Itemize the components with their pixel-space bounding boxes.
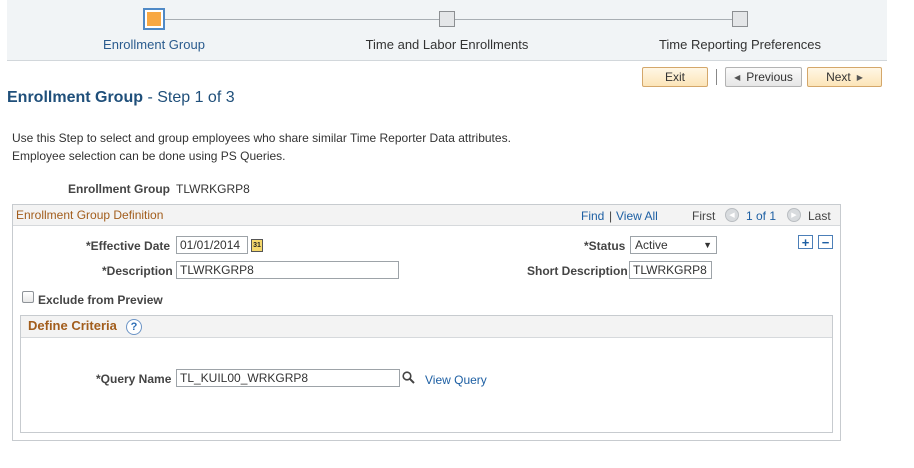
- status-select[interactable]: Active ▼: [630, 236, 717, 254]
- short-description-label: Short Description: [527, 264, 628, 278]
- instructions-line-1: Use this Step to select and group employ…: [12, 131, 511, 145]
- previous-button[interactable]: ◀ Previous: [725, 67, 802, 87]
- criteria-group-title: Define Criteria: [28, 318, 117, 333]
- row-page-indicator: 1 of 1: [746, 209, 777, 223]
- search-icon[interactable]: [402, 371, 415, 384]
- criteria-group-header: [21, 316, 832, 338]
- chevron-right-icon: ▶: [856, 72, 863, 82]
- step-2-node[interactable]: [439, 11, 455, 27]
- query-name-field[interactable]: TL_KUIL00_WRKGRP8: [176, 369, 400, 387]
- description-label: *Description: [102, 264, 173, 278]
- step-1-label[interactable]: Enrollment Group: [79, 37, 229, 52]
- enrollment-group-value: TLWRKGRP8: [176, 182, 250, 196]
- short-description-field[interactable]: TLWRKGRP8: [629, 261, 712, 279]
- previous-row-icon[interactable]: ◀: [725, 208, 739, 222]
- exit-button-label: Exit: [664, 70, 685, 84]
- effective-date-field[interactable]: 01/01/2014: [176, 236, 248, 254]
- exclude-from-preview-checkbox[interactable]: [22, 291, 34, 303]
- status-label: *Status: [584, 239, 626, 253]
- find-link[interactable]: Find: [581, 209, 604, 223]
- next-button-label: Next: [826, 70, 851, 84]
- enrollment-group-label: Enrollment Group: [68, 182, 170, 196]
- page-title-text: Enrollment Group: [7, 89, 143, 106]
- page-step-text: - Step 1 of 3: [147, 89, 235, 106]
- exit-button[interactable]: Exit: [642, 67, 708, 87]
- description-field[interactable]: TLWRKGRP8: [176, 261, 399, 279]
- previous-button-label: Previous: [746, 70, 793, 84]
- calendar-icon[interactable]: 31: [251, 239, 263, 252]
- exclude-from-preview-label: Exclude from Preview: [38, 293, 163, 307]
- button-separator: [716, 69, 717, 85]
- step-3-label[interactable]: Time Reporting Preferences: [640, 37, 840, 52]
- effective-date-label: *Effective Date: [86, 239, 171, 253]
- page-title: Enrollment Group - Step 1 of 3: [7, 89, 235, 107]
- dropdown-arrow-icon: ▼: [703, 240, 712, 250]
- add-row-button[interactable]: +: [798, 235, 813, 249]
- view-query-link[interactable]: View Query: [425, 373, 487, 387]
- step-1-node[interactable]: [143, 8, 165, 30]
- delete-row-button[interactable]: −: [818, 235, 833, 249]
- next-row-icon[interactable]: ▶: [787, 208, 801, 222]
- step-3-node[interactable]: [732, 11, 748, 27]
- nav-separator: |: [609, 209, 613, 223]
- help-icon[interactable]: ?: [126, 319, 142, 335]
- chevron-left-icon: ◀: [734, 72, 741, 82]
- last-label: Last: [808, 209, 831, 223]
- query-name-label: *Query Name: [96, 372, 172, 386]
- first-label: First: [692, 209, 716, 223]
- definition-group-title: Enrollment Group Definition: [16, 208, 164, 222]
- instructions-line-2: Employee selection can be done using PS …: [12, 149, 286, 163]
- next-button[interactable]: Next ▶: [807, 67, 882, 87]
- status-select-value: Active: [635, 238, 668, 252]
- view-all-link[interactable]: View All: [616, 209, 658, 223]
- step-2-label[interactable]: Time and Labor Enrollments: [347, 37, 547, 52]
